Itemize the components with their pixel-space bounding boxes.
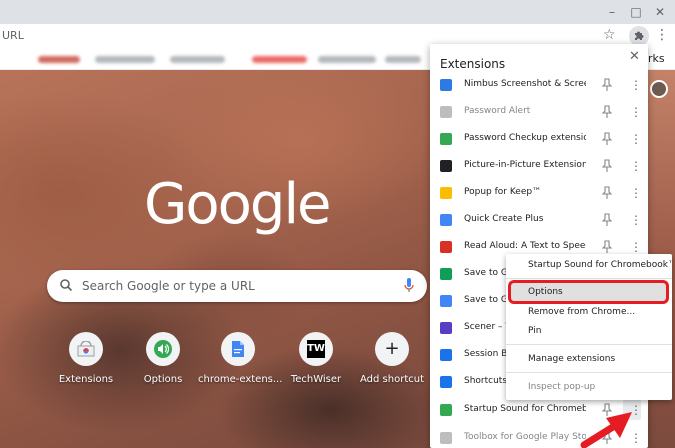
menu-item-manage-extensions[interactable]: Manage extensions	[506, 350, 672, 368]
pin-icon[interactable]	[602, 213, 612, 227]
microphone-icon[interactable]	[404, 278, 414, 293]
speaker-icon	[146, 332, 180, 366]
chrome-menu-icon[interactable]: ⋮	[655, 27, 669, 43]
extension-icon	[440, 404, 452, 416]
pin-icon[interactable]	[602, 105, 612, 119]
close-icon[interactable]: ✕	[629, 50, 640, 64]
document-icon	[221, 332, 255, 366]
extension-icon	[440, 295, 452, 307]
extension-context-menu: Startup Sound for Chromebook™ Options Re…	[506, 254, 672, 400]
extension-name: Read Aloud: A Text to Speech V...	[464, 241, 586, 251]
shortcut-options[interactable]: Options	[123, 332, 203, 385]
search-icon	[60, 279, 73, 292]
blurred-bookmark[interactable]	[95, 56, 155, 63]
extension-row[interactable]: Password Alert ⋮	[430, 99, 648, 126]
annotation-highlight-box	[508, 280, 669, 304]
extension-icon	[440, 322, 452, 334]
blurred-bookmark[interactable]	[170, 56, 225, 63]
more-options-icon[interactable]: ⋮	[630, 186, 642, 200]
omnibox[interactable]: URL	[2, 29, 24, 42]
blurred-bookmark[interactable]	[252, 56, 307, 63]
google-logo: Google	[144, 172, 331, 237]
extension-icon	[440, 79, 452, 91]
more-options-icon[interactable]: ⋮	[630, 159, 642, 173]
chrome-webstore-icon	[69, 332, 103, 366]
techwiser-logo: TW	[307, 340, 325, 358]
extension-row[interactable]: Nimbus Screenshot & Screen V... ⋮	[430, 72, 648, 99]
extension-icon	[440, 376, 452, 388]
extension-icon	[440, 214, 452, 226]
extension-icon	[440, 349, 452, 361]
menu-item-pin[interactable]: Pin	[506, 322, 672, 340]
extension-name: Password Checkup extension	[464, 133, 586, 143]
shortcut-add[interactable]: + Add shortcut	[352, 332, 432, 385]
blurred-bookmark[interactable]	[318, 56, 376, 63]
extension-icon	[440, 187, 452, 199]
extension-row[interactable]: Quick Create Plus ⋮	[430, 207, 648, 234]
pin-icon[interactable]	[602, 186, 612, 200]
maximize-icon[interactable]: □	[628, 4, 644, 20]
menu-item-inspect-popup: Inspect pop-up	[528, 382, 596, 392]
menu-separator	[506, 278, 672, 279]
shortcut-techwiser[interactable]: TW TechWiser	[276, 332, 356, 385]
extension-name: Picture-in-Picture Extension (by...	[464, 160, 586, 170]
panel-title: Extensions	[440, 57, 506, 71]
extension-row[interactable]: Picture-in-Picture Extension (by... ⋮	[430, 153, 648, 180]
minimize-icon[interactable]: –	[604, 4, 620, 20]
blurred-bookmark[interactable]	[385, 56, 421, 63]
search-input[interactable]: Search Google or type a URL	[82, 279, 255, 293]
pin-icon[interactable]	[602, 78, 612, 92]
menu-item-remove[interactable]: Remove from Chrome...	[506, 303, 672, 321]
avatar[interactable]	[650, 80, 668, 98]
pin-icon[interactable]	[602, 240, 612, 254]
menu-separator	[506, 372, 672, 373]
more-options-icon[interactable]: ⋮	[630, 213, 642, 227]
more-options-icon[interactable]: ⋮	[630, 78, 642, 92]
extension-name: Quick Create Plus	[464, 214, 544, 224]
plus-icon: +	[384, 338, 400, 359]
extension-row[interactable]: Password Checkup extension ⋮	[430, 126, 648, 153]
more-options-icon[interactable]: ⋮	[630, 132, 642, 146]
menu-separator	[506, 344, 672, 345]
search-box[interactable]: Search Google or type a URL	[47, 270, 427, 302]
extension-row[interactable]: Popup for Keep™ ⋮	[430, 180, 648, 207]
bookmark-star-icon[interactable]: ☆	[603, 27, 616, 43]
more-options-icon[interactable]: ⋮	[630, 105, 642, 119]
shortcut-extensions[interactable]: Extensions	[46, 332, 126, 385]
title-bar: – □ ✕	[0, 0, 675, 24]
extension-name: Password Alert	[464, 106, 531, 116]
menu-item-extension-name[interactable]: Startup Sound for Chromebook™	[506, 256, 672, 274]
extension-icon	[440, 241, 452, 253]
extension-name: Startup Sound for Chromeboo...	[464, 404, 586, 414]
shortcut-chrome-extensions[interactable]: chrome-extens...	[198, 332, 282, 385]
extension-icon	[440, 268, 452, 280]
annotation-arrow-icon	[580, 412, 632, 448]
extension-icon	[440, 432, 452, 444]
extension-name: Toolbox for Google Play Store™	[464, 432, 586, 442]
pin-icon[interactable]	[602, 159, 612, 173]
extension-icon	[440, 133, 452, 145]
more-options-icon[interactable]: ⋮	[630, 240, 642, 254]
blurred-bookmark[interactable]	[38, 56, 80, 63]
close-window-icon[interactable]: ✕	[652, 4, 668, 20]
extension-name: Nimbus Screenshot & Screen V...	[464, 79, 586, 89]
other-bookmarks[interactable]: rks	[648, 52, 665, 65]
extension-name: Popup for Keep™	[464, 187, 542, 197]
extension-icon	[440, 160, 452, 172]
extension-icon	[440, 106, 452, 118]
extensions-puzzle-icon[interactable]	[629, 26, 649, 46]
pin-icon[interactable]	[602, 132, 612, 146]
